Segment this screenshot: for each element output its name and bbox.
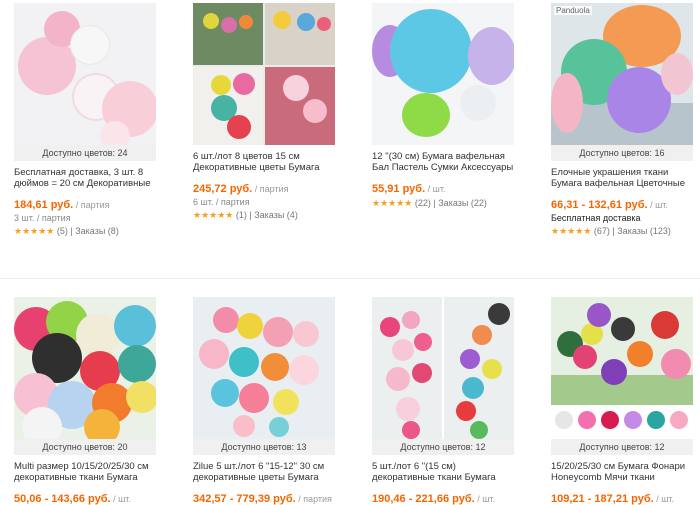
separator: | — [612, 226, 615, 236]
product-title[interactable]: 12 "(30 см) Бумага вафельная Бал Пастель… — [372, 151, 514, 173]
product-card[interactable]: 6 шт./лот 8 цветов 15 см Декоративные цв… — [193, 3, 335, 221]
price-unit: / партия — [75, 200, 110, 210]
review-count[interactable]: (1) — [236, 210, 247, 220]
review-count[interactable]: (67) — [594, 226, 610, 236]
product-image[interactable]: Panduola — [551, 3, 693, 145]
price-row: 50,06 - 143,66 руб. / шт. — [14, 493, 156, 505]
product-title[interactable]: Zilue 5 шт./лот 6 "15-12" 30 см декорати… — [193, 461, 335, 483]
price-row: 184,61 руб. / партия — [14, 199, 156, 211]
availability-label: Доступно цветов: 24 — [14, 145, 156, 161]
price-unit: / партия — [298, 494, 332, 504]
swatch-icon[interactable] — [624, 411, 642, 429]
product-price: 184,61 руб. — [14, 199, 74, 211]
swatch-icon[interactable] — [670, 411, 688, 429]
price-row: 245,72 руб. / партия — [193, 183, 335, 195]
swatch-icon[interactable] — [647, 411, 665, 429]
price-row: 66,31 - 132,61 руб. / шт. — [551, 199, 693, 211]
price-row: 109,21 - 187,21 руб. / шт. — [551, 493, 693, 505]
availability-label: Доступно цветов: 12 — [372, 439, 514, 455]
rating-row: ★★★★★ (1) | Заказы (4) — [193, 210, 335, 221]
product-image[interactable] — [551, 297, 693, 439]
swatch-icon[interactable] — [578, 411, 596, 429]
product-title[interactable]: 6 шт./лот 8 цветов 15 см Декоративные цв… — [193, 151, 335, 173]
color-swatch-strip — [551, 405, 693, 439]
product-image[interactable] — [372, 3, 514, 145]
separator: | — [70, 226, 73, 236]
product-title[interactable]: Елочные украшения ткани Бумага вафельная… — [551, 167, 693, 189]
product-price: 190,46 - 221,66 руб. — [372, 493, 475, 505]
price-row: 55,91 руб. / шт. — [372, 183, 514, 195]
rating-row: ★★★★★ (67) | Заказы (123) — [551, 226, 693, 237]
rating-row: ★★★★★ (22) | Заказы (22) — [372, 198, 514, 209]
review-count[interactable]: (5) — [57, 226, 68, 236]
product-card[interactable]: Доступно цветов: 12 15/20/25/30 см Бумаг… — [551, 297, 693, 505]
availability-label: Доступно цветов: 13 — [193, 439, 335, 455]
product-card[interactable]: Доступно цветов: 24 Бесплатная доставка,… — [14, 3, 156, 237]
product-price: 66,31 - 132,61 руб. — [551, 199, 648, 211]
product-image[interactable] — [14, 297, 156, 439]
product-price: 55,91 руб. — [372, 183, 426, 195]
price-unit: / шт. — [427, 184, 446, 194]
price-unit: / шт. — [656, 494, 675, 504]
review-count[interactable]: (22) — [415, 198, 431, 208]
row-divider — [0, 278, 700, 279]
product-card[interactable]: Доступно цветов: 20 Multi размер 10/15/2… — [14, 297, 156, 505]
product-title[interactable]: 15/20/25/30 см Бумага Фонари Honeycomb М… — [551, 461, 693, 483]
price-unit: / шт. — [113, 494, 131, 504]
product-price: 342,57 - 779,39 руб. — [193, 493, 296, 505]
star-rating-icon: ★★★★★ — [372, 198, 413, 208]
price-unit: / шт. — [477, 494, 496, 504]
product-price: 50,06 - 143,66 руб. — [14, 493, 111, 505]
lot-size: 3 шт. / партия — [14, 213, 71, 223]
orders-count[interactable]: Заказы (8) — [75, 226, 119, 236]
product-card[interactable]: Panduola Доступно цветов: 16 Елочные укр… — [551, 3, 693, 237]
product-image[interactable] — [193, 297, 335, 439]
swatch-icon[interactable] — [555, 411, 573, 429]
price-row: 190,46 - 221,66 руб. / шт. — [372, 493, 514, 505]
swatch-icon[interactable] — [601, 411, 619, 429]
rating-row: ★★★★★ (5) | Заказы (8) — [14, 226, 156, 237]
price-unit: / партия — [254, 184, 289, 194]
product-price: 109,21 - 187,21 руб. — [551, 493, 654, 505]
product-title[interactable]: Бесплатная доставка, 3 шт. 8 дюймов = 20… — [14, 167, 156, 189]
product-grid: Доступно цветов: 24 Бесплатная доставка,… — [0, 0, 700, 505]
product-image[interactable] — [193, 3, 335, 145]
price-unit: / шт. — [650, 200, 668, 210]
availability-label: Доступно цветов: 16 — [551, 145, 693, 161]
product-image[interactable] — [372, 297, 514, 439]
star-rating-icon: ★★★★★ — [551, 226, 592, 236]
product-title[interactable]: Multi размер 10/15/20/25/30 см декоратив… — [14, 461, 156, 483]
product-card[interactable]: Доступно цветов: 12 5 шт./лот 6 "(15 см)… — [372, 297, 514, 505]
separator: | — [433, 198, 436, 208]
product-image[interactable] — [14, 3, 156, 145]
star-rating-icon: ★★★★★ — [193, 210, 234, 220]
product-card[interactable]: Доступно цветов: 13 Zilue 5 шт./лот 6 "1… — [193, 297, 335, 505]
orders-count[interactable]: Заказы (22) — [438, 198, 487, 208]
brand-logo: Panduola — [554, 6, 592, 15]
availability-label: Доступно цветов: 12 — [551, 439, 693, 455]
separator: | — [249, 210, 252, 220]
product-card[interactable]: 12 "(30 см) Бумага вафельная Бал Пастель… — [372, 3, 514, 209]
orders-count[interactable]: Заказы (4) — [254, 210, 298, 220]
product-price: 245,72 руб. — [193, 183, 253, 195]
star-rating-icon: ★★★★★ — [14, 226, 55, 236]
free-shipping-label: Бесплатная доставка — [551, 213, 641, 223]
orders-count[interactable]: Заказы (123) — [617, 226, 671, 236]
lot-size: 6 шт. / партия — [193, 197, 250, 207]
product-title[interactable]: 5 шт./лот 6 "(15 см) декоративные ткани … — [372, 461, 514, 483]
availability-label: Доступно цветов: 20 — [14, 439, 156, 455]
price-row: 342,57 - 779,39 руб. / партия — [193, 493, 335, 505]
